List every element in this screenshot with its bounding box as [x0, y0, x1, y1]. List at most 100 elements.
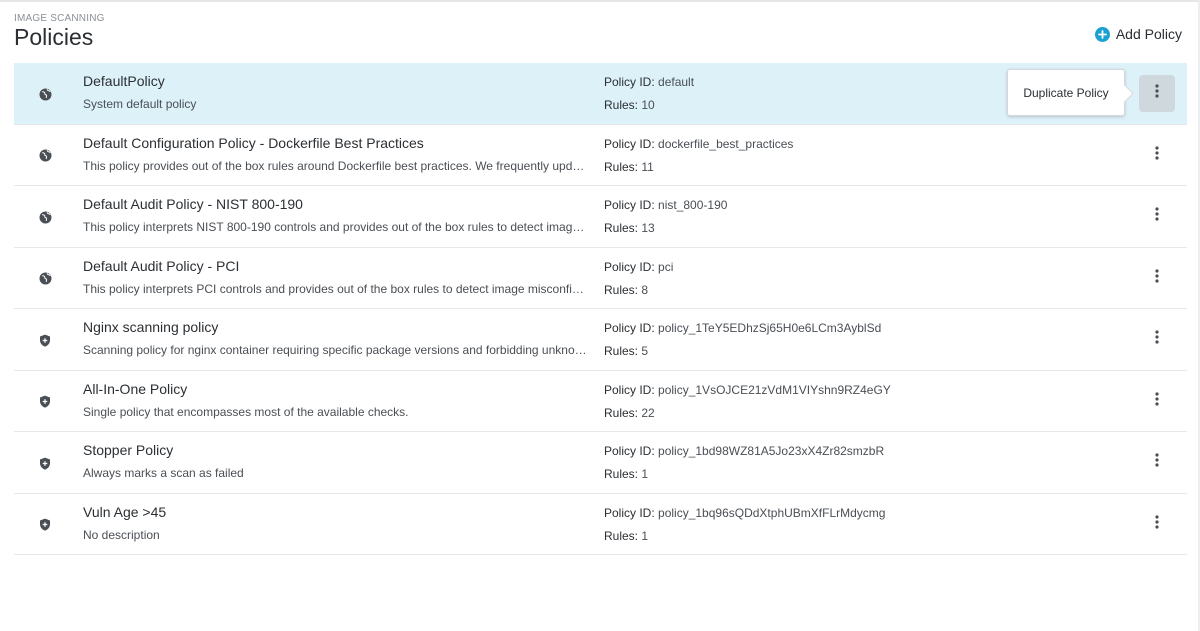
- more-actions-button[interactable]: [1139, 321, 1175, 358]
- rules-count: 1: [641, 528, 649, 543]
- rules-label: Rules:: [604, 98, 639, 112]
- policy-id-value: policy_1bd98WZ81A5Jo23xX4Zr82smzbR: [658, 444, 885, 458]
- plus-circle-icon: [1094, 26, 1110, 42]
- policy-id-field: Policy ID: policy_1TeY5EDhzSj65H0e6LCm3A…: [604, 321, 881, 335]
- rules-count: 11: [641, 159, 654, 174]
- policy-description: Scanning policy for nginx container requ…: [83, 343, 587, 357]
- rules-label: Rules:: [604, 528, 639, 543]
- rules-field: Rules: 1: [604, 467, 648, 481]
- section-eyebrow: IMAGE SCANNING: [14, 13, 105, 24]
- policy-name[interactable]: Default Audit Policy - PCI: [83, 258, 239, 274]
- rules-field: Rules: 8: [604, 283, 648, 297]
- policy-id-value: dockerfile_best_practices: [658, 136, 794, 151]
- policy-description: Single policy that encompasses most of t…: [83, 404, 409, 419]
- policy-name[interactable]: Vuln Age >45: [83, 504, 166, 520]
- rules-label: Rules:: [604, 344, 639, 358]
- policy-name[interactable]: Stopper Policy: [83, 442, 173, 458]
- policy-row[interactable]: DefaultPolicy System default policy Policy…: [14, 63, 1187, 125]
- policy-id-value: policy_1bq96sQDdXtphUBmXfFLrMdycmg: [658, 505, 886, 520]
- kebab-menu-icon: [1155, 453, 1159, 472]
- policy-name[interactable]: DefaultPolicy: [83, 73, 165, 89]
- policy-row[interactable]: Vuln Age >45 No description Policy ID: pol…: [14, 494, 1187, 555]
- policy-description: This policy interprets NIST 800-190 cont…: [83, 220, 585, 234]
- policy-row[interactable]: Default Audit Policy - PCI This policy in…: [14, 248, 1187, 309]
- policy-id-field: Policy ID: dockerfile_best_practices: [604, 137, 793, 151]
- shield-icon: [38, 518, 52, 532]
- policy-list: DefaultPolicy System default policy Policy…: [14, 63, 1187, 555]
- policy-id-field: Policy ID: nist_800-190: [604, 198, 727, 212]
- policy-id-label: Policy ID:: [604, 321, 655, 335]
- kebab-menu-icon: [1155, 391, 1159, 411]
- shield-icon: [38, 456, 52, 470]
- rules-count: 22: [641, 405, 655, 420]
- globe-icon: [38, 272, 52, 286]
- policy-row[interactable]: Stopper Policy Always marks a scan as fai…: [14, 432, 1187, 494]
- page-title: Policies: [14, 24, 94, 50]
- policy-id-label: Policy ID:: [604, 382, 655, 397]
- policy-id-value: pci: [658, 259, 674, 274]
- duplicate-policy-tooltip[interactable]: Duplicate Policy: [1007, 69, 1125, 116]
- kebab-menu-icon: [1155, 268, 1159, 288]
- policy-name[interactable]: All-In-One Policy: [83, 381, 187, 397]
- rules-label: Rules:: [604, 159, 639, 174]
- policy-id-label: Policy ID:: [604, 136, 655, 151]
- more-actions-button[interactable]: [1139, 75, 1175, 112]
- policy-description: This policy interprets PCI controls and …: [83, 281, 584, 296]
- policy-id-field: Policy ID: policy_1VsOJCE21zVdM1VIYshn9R…: [604, 383, 891, 397]
- policy-name[interactable]: Default Audit Policy - NIST 800-190: [83, 196, 303, 212]
- rules-count: 1: [641, 467, 649, 481]
- policy-description: No description: [83, 527, 160, 542]
- more-actions-button[interactable]: [1139, 137, 1175, 174]
- add-policy-button[interactable]: Add Policy: [1094, 24, 1182, 44]
- policy-id-value: nist_800-190: [658, 198, 728, 212]
- rules-field: Rules: 22: [604, 406, 655, 420]
- policy-row[interactable]: All-In-One Policy Single policy that enco…: [14, 371, 1187, 432]
- policy-description: This policy provides out of the box rule…: [83, 158, 585, 173]
- policy-id-label: Policy ID:: [604, 505, 655, 520]
- more-actions-button[interactable]: [1139, 383, 1175, 420]
- rules-count: 8: [641, 282, 649, 297]
- kebab-menu-icon: [1155, 330, 1159, 349]
- more-actions-button[interactable]: [1139, 198, 1175, 235]
- policy-id-label: Policy ID:: [604, 198, 655, 212]
- rules-label: Rules:: [604, 221, 639, 235]
- policy-row[interactable]: Default Audit Policy - NIST 800-190 This …: [14, 186, 1187, 248]
- rules-count: 5: [641, 344, 649, 358]
- policy-id-field: Policy ID: policy_1bd98WZ81A5Jo23xX4Zr82…: [604, 444, 884, 458]
- rules-field: Rules: 5: [604, 344, 648, 358]
- add-policy-label: Add Policy: [1115, 26, 1182, 42]
- kebab-menu-icon: [1155, 145, 1159, 165]
- globe-icon: [38, 149, 52, 163]
- policy-row[interactable]: Default Configuration Policy - Dockerfil…: [14, 125, 1187, 186]
- policy-id-field: Policy ID: pci: [604, 260, 673, 274]
- more-actions-button[interactable]: [1139, 260, 1175, 297]
- rules-label: Rules:: [604, 467, 639, 481]
- policy-id-label: Policy ID:: [604, 259, 655, 274]
- rules-label: Rules:: [604, 405, 639, 420]
- policy-id-value: policy_1TeY5EDhzSj65H0e6LCm3AyblSd: [658, 321, 882, 335]
- globe-icon: [38, 210, 52, 224]
- rules-count: 13: [641, 221, 655, 235]
- policy-row[interactable]: Nginx scanning policy Scanning policy for…: [14, 309, 1187, 371]
- rules-field: Rules: 1: [604, 529, 648, 543]
- more-actions-button[interactable]: [1139, 506, 1175, 543]
- policy-description: Always marks a scan as failed: [83, 466, 244, 480]
- shield-icon: [38, 395, 52, 409]
- kebab-menu-icon: [1155, 84, 1159, 103]
- kebab-menu-icon: [1155, 514, 1159, 534]
- policy-id-value: default: [658, 75, 695, 89]
- policy-name[interactable]: Default Configuration Policy - Dockerfil…: [83, 135, 424, 151]
- policy-name[interactable]: Nginx scanning policy: [83, 319, 218, 335]
- more-actions-button[interactable]: [1139, 444, 1175, 481]
- page-header: IMAGE SCANNING Policies Add Policy: [0, 0, 1200, 64]
- policy-id-value: policy_1VsOJCE21zVdM1VIYshn9RZ4eGY: [658, 382, 891, 397]
- policy-description: System default policy: [83, 97, 197, 111]
- policy-id-label: Policy ID:: [604, 444, 655, 458]
- shield-icon: [38, 333, 52, 347]
- rules-label: Rules:: [604, 282, 639, 297]
- rules-field: Rules: 10: [604, 98, 655, 112]
- rules-field: Rules: 11: [604, 160, 654, 174]
- policy-id-label: Policy ID:: [604, 75, 655, 89]
- rules-count: 10: [641, 98, 655, 112]
- kebab-menu-icon: [1155, 207, 1159, 226]
